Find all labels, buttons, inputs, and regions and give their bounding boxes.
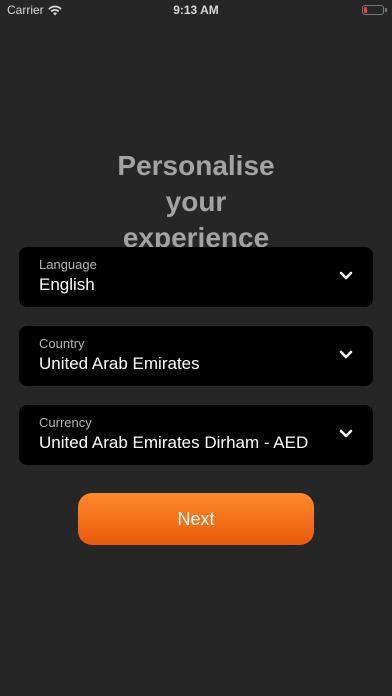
currency-label: Currency	[39, 415, 92, 430]
chevron-down-icon	[339, 350, 353, 359]
language-value: English	[39, 275, 95, 294]
country-value: United Arab Emirates	[39, 354, 200, 373]
chevron-down-icon	[339, 429, 353, 438]
status-time: 9:13 AM	[173, 3, 219, 17]
language-select[interactable]: Language English	[19, 247, 373, 307]
personalise-screen: Carrier 9:13 AM Personalise your experie…	[0, 0, 392, 696]
currency-select[interactable]: Currency United Arab Emirates Dirham - A…	[19, 405, 373, 465]
language-label: Language	[39, 257, 97, 272]
chevron-down-icon	[339, 271, 353, 280]
battery-low-icon	[362, 5, 387, 15]
country-select[interactable]: Country United Arab Emirates	[19, 326, 373, 386]
next-button[interactable]: Next	[78, 493, 314, 545]
status-bar: Carrier 9:13 AM	[0, 0, 392, 22]
currency-value: United Arab Emirates Dirham - AED	[39, 433, 309, 452]
page-title: Personalise your experience	[117, 150, 275, 253]
country-label: Country	[39, 336, 85, 351]
